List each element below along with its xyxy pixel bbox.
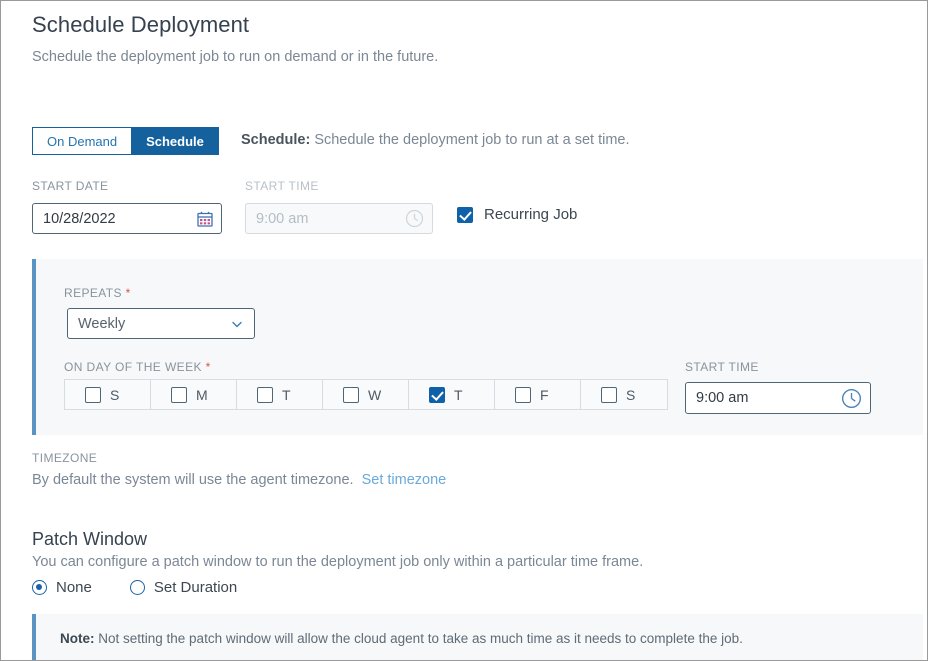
- clock-icon: [405, 209, 424, 228]
- recurring-job-label: Recurring Job: [484, 206, 577, 223]
- timezone-description: By default the system will use the agent…: [32, 472, 446, 488]
- repeats-value: Weekly: [78, 316, 230, 332]
- start-date-value: 10/28/2022: [43, 211, 197, 227]
- page-title: Schedule Deployment: [32, 12, 249, 38]
- day-of-week-label: ON DAY OF THE WEEK *: [64, 360, 211, 374]
- schedule-button[interactable]: Schedule: [131, 127, 219, 155]
- day-checkbox-sunday[interactable]: [85, 387, 101, 403]
- start-time-input-recurrence[interactable]: 9:00 am: [685, 382, 871, 414]
- day-checkbox-friday[interactable]: [515, 387, 531, 403]
- patch-window-option-set-duration-label: Set Duration: [154, 579, 237, 596]
- clock-icon[interactable]: [841, 388, 862, 409]
- note-body: Not setting the patch window will allow …: [95, 631, 743, 646]
- note-banner: Note: Not setting the patch window will …: [32, 614, 923, 661]
- day-cell-monday[interactable]: M: [151, 380, 237, 409]
- patch-window-radio-group: None Set Duration: [32, 579, 275, 596]
- schedule-mode-description-strong: Schedule:: [241, 132, 310, 148]
- start-date-input[interactable]: 10/28/2022: [32, 203, 222, 234]
- day-label-tuesday: T: [282, 387, 291, 403]
- day-cell-friday[interactable]: F: [495, 380, 581, 409]
- day-checkbox-tuesday[interactable]: [257, 387, 273, 403]
- recurring-job-checkbox-box[interactable]: [457, 207, 473, 223]
- day-checkbox-monday[interactable]: [171, 387, 187, 403]
- timezone-description-text: By default the system will use the agent…: [32, 472, 354, 488]
- day-cell-tuesday[interactable]: T: [237, 380, 323, 409]
- note-text: Note: Not setting the patch window will …: [36, 631, 743, 646]
- set-timezone-link[interactable]: Set timezone: [362, 472, 447, 488]
- schedule-mode-toggle: On Demand Schedule: [32, 127, 219, 155]
- radio-none[interactable]: [32, 580, 47, 595]
- note-strong: Note:: [60, 631, 95, 646]
- start-time-value-top: 9:00 am: [256, 211, 405, 227]
- timezone-label: TIMEZONE: [32, 451, 97, 465]
- day-checkbox-wednesday[interactable]: [343, 387, 359, 403]
- day-of-week-label-text: ON DAY OF THE WEEK: [64, 360, 202, 374]
- day-checkbox-thursday[interactable]: [429, 387, 445, 403]
- patch-window-title: Patch Window: [32, 529, 147, 550]
- day-cell-wednesday[interactable]: W: [323, 380, 409, 409]
- day-label-thursday: T: [454, 387, 463, 403]
- patch-window-description: You can configure a patch window to run …: [32, 554, 643, 570]
- chevron-down-icon[interactable]: [230, 317, 244, 331]
- schedule-deployment-page: Schedule Deployment Schedule the deploym…: [0, 0, 928, 661]
- day-label-sunday: S: [110, 387, 119, 403]
- patch-window-option-none-label: None: [56, 579, 92, 596]
- start-time-value-recurrence: 9:00 am: [696, 390, 841, 406]
- schedule-mode-description-rest: Schedule the deployment job to run at a …: [310, 132, 629, 148]
- on-demand-button[interactable]: On Demand: [32, 127, 131, 155]
- day-of-week-row: S M T W T F S: [64, 379, 668, 410]
- day-label-monday: M: [196, 387, 208, 403]
- repeats-select[interactable]: Weekly: [67, 308, 255, 339]
- radio-set-duration[interactable]: [130, 580, 145, 595]
- start-time-label-recurrence: START TIME: [685, 360, 759, 374]
- start-date-label: START DATE: [32, 179, 108, 193]
- page-subtitle: Schedule the deployment job to run on de…: [32, 49, 438, 65]
- day-label-wednesday: W: [368, 387, 381, 403]
- start-time-input-top: 9:00 am: [245, 203, 433, 234]
- schedule-mode-description: Schedule: Schedule the deployment job to…: [241, 132, 630, 148]
- day-cell-saturday[interactable]: S: [581, 380, 667, 409]
- patch-window-option-none[interactable]: None: [32, 579, 92, 596]
- repeats-label-text: REPEATS: [64, 286, 122, 300]
- day-cell-sunday[interactable]: S: [65, 380, 151, 409]
- patch-window-option-set-duration[interactable]: Set Duration: [130, 579, 237, 596]
- day-label-saturday: S: [626, 387, 635, 403]
- day-cell-thursday[interactable]: T: [409, 380, 495, 409]
- day-label-friday: F: [540, 387, 549, 403]
- calendar-icon[interactable]: [197, 211, 213, 227]
- start-time-label-top: START TIME: [245, 179, 319, 193]
- repeats-label: REPEATS *: [64, 286, 131, 300]
- day-of-week-required-marker: *: [206, 360, 211, 374]
- repeats-required-marker: *: [126, 286, 131, 300]
- recurring-job-checkbox[interactable]: Recurring Job: [457, 206, 577, 223]
- day-checkbox-saturday[interactable]: [601, 387, 617, 403]
